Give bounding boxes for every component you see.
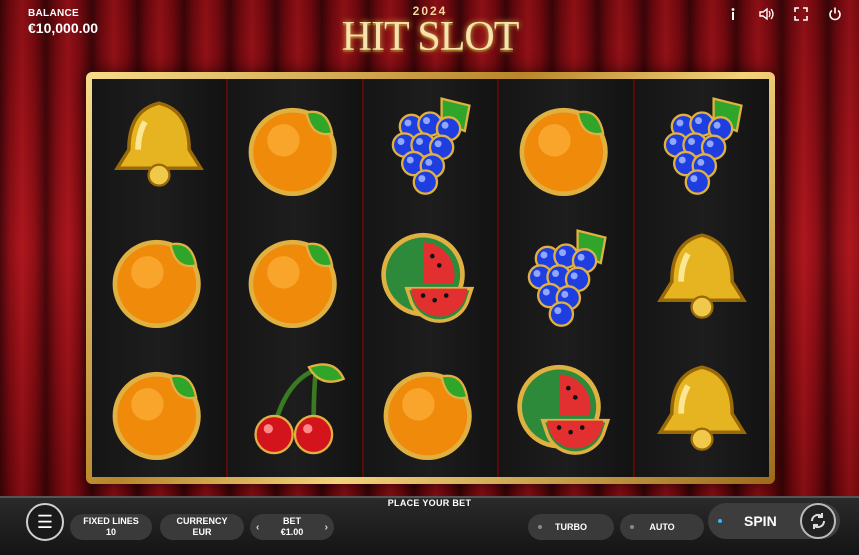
bet-decrease-button[interactable]: ‹ — [256, 522, 259, 533]
orange-symbol — [92, 343, 226, 475]
currency-value: EUR — [192, 527, 212, 537]
power-icon[interactable] — [825, 4, 845, 24]
reels-area — [92, 79, 769, 477]
game-logo: 2024 HIT SLOT — [340, 2, 520, 62]
bet-label: BET — [283, 516, 301, 526]
spin-refresh-icon[interactable] — [800, 503, 836, 539]
bet-value: €1.00 — [280, 527, 304, 537]
spin-indicator — [718, 519, 722, 523]
orange-symbol — [228, 79, 362, 211]
info-icon[interactable] — [723, 4, 743, 24]
menu-button[interactable]: ☰ — [26, 503, 64, 541]
grapes-symbol — [635, 79, 769, 211]
logo-title: HIT SLOT — [341, 14, 520, 60]
auto-indicator — [630, 525, 634, 529]
hamburger-icon: ☰ — [36, 511, 54, 532]
reel-1 — [92, 79, 228, 477]
fixed-lines-value: 10 — [105, 527, 116, 537]
auto-button[interactable]: AUTO — [620, 514, 704, 540]
grapes-symbol — [499, 211, 633, 343]
currency-label: CURRENCY — [176, 516, 228, 526]
watermelon-symbol — [499, 343, 633, 475]
spin-label: SPIN — [744, 513, 777, 529]
bet-increase-button[interactable]: › — [325, 522, 328, 533]
auto-label: AUTO — [649, 521, 675, 532]
watermelon-symbol — [364, 211, 498, 343]
balance-label: BALANCE — [28, 8, 79, 19]
reel-5 — [635, 79, 769, 477]
reel-4 — [499, 79, 636, 477]
fullscreen-icon[interactable] — [791, 4, 811, 24]
grapes-symbol — [364, 79, 498, 211]
orange-symbol — [364, 343, 498, 475]
balance-value: €10,000.00 — [28, 20, 99, 36]
turbo-label: TURBO — [555, 521, 587, 532]
fixed-lines-label: FIXED LINES — [83, 516, 139, 526]
bell-symbol — [92, 79, 226, 211]
turbo-indicator — [538, 525, 542, 529]
spin-button[interactable]: SPIN — [708, 503, 840, 539]
orange-symbol — [499, 79, 633, 211]
bell-symbol — [635, 343, 769, 475]
sound-icon[interactable] — [757, 4, 777, 24]
orange-symbol — [92, 211, 226, 343]
cherry-symbol — [228, 343, 362, 475]
bell-symbol — [635, 211, 769, 343]
fixed-lines-display: FIXED LINES 10 — [70, 514, 152, 540]
reel-3 — [363, 79, 500, 477]
orange-symbol — [228, 211, 362, 343]
top-toolbar — [723, 4, 845, 24]
bet-selector: ‹ BET €1.00 › — [250, 514, 334, 540]
turbo-button[interactable]: TURBO — [528, 514, 614, 540]
reel-2 — [227, 79, 364, 477]
currency-selector[interactable]: CURRENCY EUR — [160, 514, 244, 540]
